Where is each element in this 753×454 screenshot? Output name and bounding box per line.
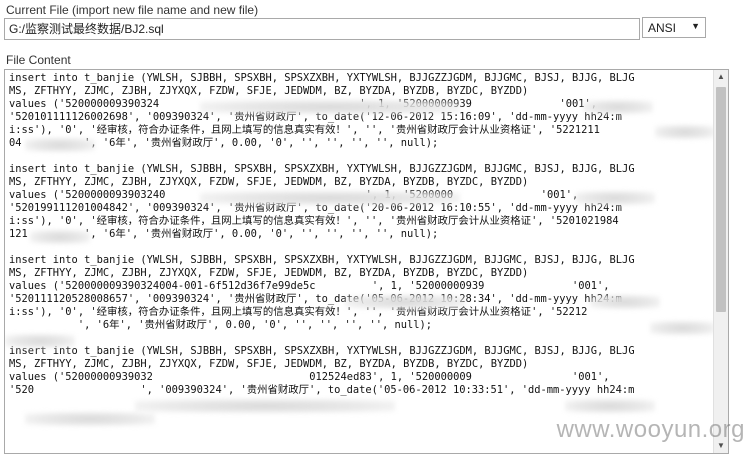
- scroll-up-icon[interactable]: ▲: [714, 70, 728, 84]
- chevron-down-icon: ▼: [691, 21, 700, 31]
- redacted-region: [650, 321, 715, 335]
- watermark-text: www.wooyun.org: [556, 416, 745, 443]
- redacted-region: [25, 412, 155, 426]
- sql-line: '520 ', '009390324', '贵州省财政厅', to_date('…: [9, 384, 635, 396]
- sql-line: 04 ', '6年', '贵州省财政厅', 0.00, '0', '', '',…: [9, 137, 439, 149]
- sql-line: MS, ZFTHYY, ZJMC, ZJBH, ZJYXQX, FZDW, SF…: [9, 85, 529, 97]
- file-path-input[interactable]: G:/监察测试最终数据/BJ2.sql: [4, 18, 640, 40]
- sql-statement-block: insert into t_banjie (YWLSH, SJBBH, SPSX…: [9, 345, 715, 397]
- current-file-label: Current File (import new file name and n…: [6, 3, 259, 17]
- sql-line: values ('52000000939032 012524ed83', 1, …: [9, 371, 610, 383]
- redacted-region: [575, 191, 655, 205]
- redacted-region: [25, 138, 95, 152]
- file-import-panel: Current File (import new file name and n…: [0, 0, 753, 454]
- sql-line: MS, ZFTHYY, ZJMC, ZJBH, ZJYXQX, FZDW, SF…: [9, 176, 529, 188]
- sql-line: insert into t_banjie (YWLSH, SJBBH, SPSX…: [9, 72, 635, 84]
- redacted-region: [5, 334, 75, 348]
- file-content-label: File Content: [6, 53, 71, 67]
- redacted-region: [200, 191, 460, 205]
- scrollbar-thumb[interactable]: [716, 87, 726, 312]
- vertical-scrollbar[interactable]: ▲ ▼: [713, 70, 728, 453]
- encoding-select[interactable]: ANSI ▼: [642, 17, 706, 38]
- sql-line: i:ss'), '0', '经审核，符合办证条件，且网上填写的信息真实有效！',…: [9, 124, 600, 136]
- redacted-region: [345, 295, 465, 309]
- sql-line: 121 ', '6年', '贵州省财政厅', 0.00, '0', '', ''…: [9, 228, 439, 240]
- redacted-region: [30, 230, 90, 244]
- redacted-region: [200, 100, 460, 114]
- sql-line: ', '6年', '贵州省财政厅', 0.00, '0', '', '', ''…: [9, 319, 433, 331]
- redacted-region: [135, 399, 395, 413]
- sql-line: insert into t_banjie (YWLSH, SJBBH, SPSX…: [9, 345, 635, 357]
- file-content-text: insert into t_banjie (YWLSH, SJBBH, SPSX…: [9, 72, 715, 410]
- sql-line: MS, ZFTHYY, ZJMC, ZJBH, ZJYXQX, FZDW, SF…: [9, 267, 529, 279]
- file-content-textarea[interactable]: insert into t_banjie (YWLSH, SJBBH, SPSX…: [4, 69, 729, 454]
- redacted-region: [590, 295, 660, 309]
- sql-line: MS, ZFTHYY, ZJMC, ZJBH, ZJYXQX, FZDW, SF…: [9, 358, 529, 370]
- sql-line: insert into t_banjie (YWLSH, SJBBH, SPSX…: [9, 163, 635, 175]
- redacted-region: [565, 399, 655, 413]
- redacted-region: [583, 100, 653, 114]
- sql-statement-block: insert into t_banjie (YWLSH, SJBBH, SPSX…: [9, 254, 715, 332]
- sql-line: insert into t_banjie (YWLSH, SJBBH, SPSX…: [9, 254, 635, 266]
- redacted-region: [655, 125, 715, 139]
- encoding-selected-value: ANSI: [648, 21, 677, 35]
- sql-line: i:ss'), '0', '经审核，符合办证条件，且网上填写的信息真实有效！',…: [9, 215, 619, 227]
- sql-line: values ('520000009390324004-001-6f512d36…: [9, 280, 610, 292]
